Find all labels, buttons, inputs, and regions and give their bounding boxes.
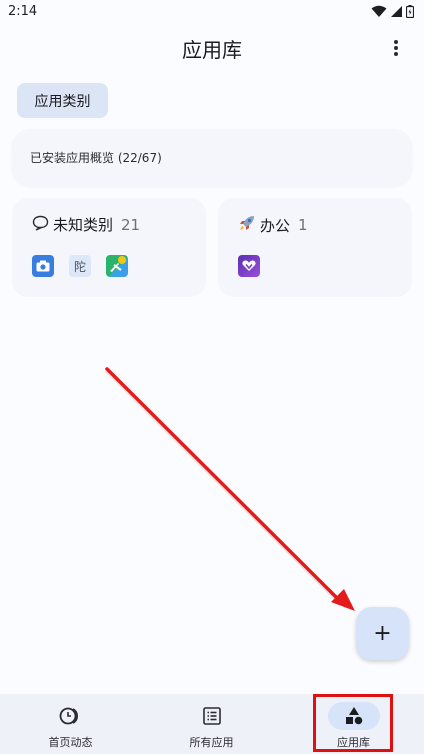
category-count: 21	[121, 215, 141, 234]
category-name: 未知类别	[53, 216, 114, 234]
category-card-unknown[interactable]: 未知类别 21 陀	[12, 198, 206, 297]
nav-item-app-library[interactable]: 应用库	[283, 694, 424, 754]
rocket-icon	[238, 214, 256, 236]
category-chip[interactable]: 应用类别	[17, 83, 108, 118]
camera-app-icon[interactable]	[32, 255, 54, 277]
shapes-icon	[327, 702, 380, 730]
signal-icon	[390, 5, 403, 18]
list-icon	[186, 702, 238, 730]
nav-label: 所有应用	[189, 736, 234, 749]
speech-bubble-icon	[32, 215, 49, 235]
app-screen: 2:14 应用库 应用类别 已安装应用概览 (22/67) 未知类别 21 陀 …	[0, 0, 424, 754]
category-app-icons: 陀	[32, 255, 128, 277]
wifi-icon	[371, 5, 387, 18]
nav-label: 首页动态	[48, 736, 93, 749]
heart-app-icon[interactable]	[238, 255, 260, 277]
category-app-icons	[238, 255, 260, 277]
more-options-button[interactable]	[384, 38, 408, 62]
status-time: 2:14	[8, 4, 38, 19]
page-title: 应用库	[182, 38, 242, 62]
plus-icon: +	[373, 621, 392, 646]
bottom-navigation: 首页动态 所有应用 应用库	[0, 694, 424, 754]
category-count: 1	[298, 216, 308, 234]
category-title: 未知类别 21	[32, 214, 140, 235]
text-app-icon[interactable]: 陀	[69, 255, 91, 277]
category-card-office[interactable]: 办公 1	[218, 198, 412, 297]
overview-text: 已安装应用概览 (22/67)	[30, 151, 162, 165]
nav-item-all-apps[interactable]: 所有应用	[141, 694, 282, 754]
installed-overview-card[interactable]: 已安装应用概览 (22/67)	[12, 129, 412, 186]
status-bar: 2:14	[0, 0, 424, 26]
add-category-button[interactable]: +	[356, 607, 409, 660]
nav-item-home-feed[interactable]: 首页动态	[0, 694, 141, 754]
status-icons	[371, 5, 414, 18]
activity-icon	[45, 702, 97, 730]
category-name: 办公	[260, 216, 291, 235]
category-title: 办公 1	[238, 214, 308, 236]
battery-icon	[406, 5, 414, 18]
app-bar: 应用库	[0, 26, 424, 72]
app-glyph: 陀	[73, 259, 86, 274]
map-app-icon[interactable]	[106, 255, 128, 277]
more-vert-icon	[394, 40, 398, 60]
nav-label: 应用库	[337, 736, 370, 749]
